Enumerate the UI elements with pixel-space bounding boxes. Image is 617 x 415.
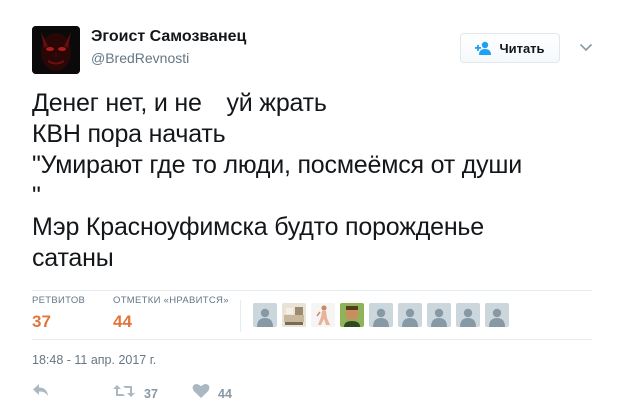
tweet-text: Денег нет, и не уй жрать КВН пора начать… — [32, 88, 592, 274]
retweets-count: 37 — [32, 312, 51, 331]
likes-stat[interactable]: ОТМЕТКИ «НРАВИТСЯ» 44 — [113, 295, 229, 332]
retweets-label: РЕТВИТОВ — [32, 295, 86, 306]
stats-bottom-divider — [32, 339, 592, 340]
tweet-line: Денег нет, и не уй жрать — [32, 89, 327, 117]
stats-separator — [240, 300, 241, 332]
reply-icon — [32, 383, 50, 402]
likes-count: 44 — [113, 312, 132, 331]
like-action-count: 44 — [218, 386, 232, 401]
chevron-down-icon[interactable] — [578, 39, 594, 55]
follow-button[interactable]: Читать — [460, 33, 560, 63]
tweet-line: "Умирают где то люди, посмеёмся от души — [32, 151, 523, 179]
author-avatar[interactable] — [32, 26, 80, 74]
likes-label: ОТМЕТКИ «НРАВИТСЯ» — [113, 295, 229, 306]
add-user-icon — [475, 41, 493, 55]
retweet-action-count: 37 — [144, 386, 158, 401]
heart-icon — [192, 383, 210, 404]
liker-avatar[interactable] — [340, 303, 364, 327]
liker-avatar[interactable] — [485, 303, 509, 327]
liker-avatar[interactable] — [398, 303, 422, 327]
author-display-name[interactable]: Эгоист Самозванец — [91, 28, 246, 46]
reply-button[interactable] — [32, 383, 50, 402]
tweet-line: сатаны — [32, 244, 114, 272]
retweets-stat[interactable]: РЕТВИТОВ 37 — [32, 295, 85, 332]
liker-avatar[interactable] — [427, 303, 451, 327]
stats-top-divider — [32, 290, 592, 291]
tweet-line: Мэр Красноуфимска будто порожденье — [32, 213, 484, 241]
liker-avatars — [253, 303, 509, 327]
follow-button-label: Читать — [499, 40, 545, 56]
retweet-button[interactable]: 37 — [112, 383, 158, 404]
tweet-line: КВН пора начать — [32, 120, 226, 148]
liker-avatar[interactable] — [369, 303, 393, 327]
liker-avatar[interactable] — [253, 303, 277, 327]
tweet-line: " — [32, 182, 41, 210]
liker-avatar[interactable] — [282, 303, 306, 327]
tweet-timestamp[interactable]: 18:48 - 11 апр. 2017 г. — [32, 353, 156, 367]
author-screen-name[interactable]: @BredRevnosti — [91, 50, 189, 66]
liker-avatar[interactable] — [311, 303, 335, 327]
like-button[interactable]: 44 — [192, 383, 232, 404]
retweet-icon — [112, 383, 136, 404]
liker-avatar[interactable] — [456, 303, 480, 327]
